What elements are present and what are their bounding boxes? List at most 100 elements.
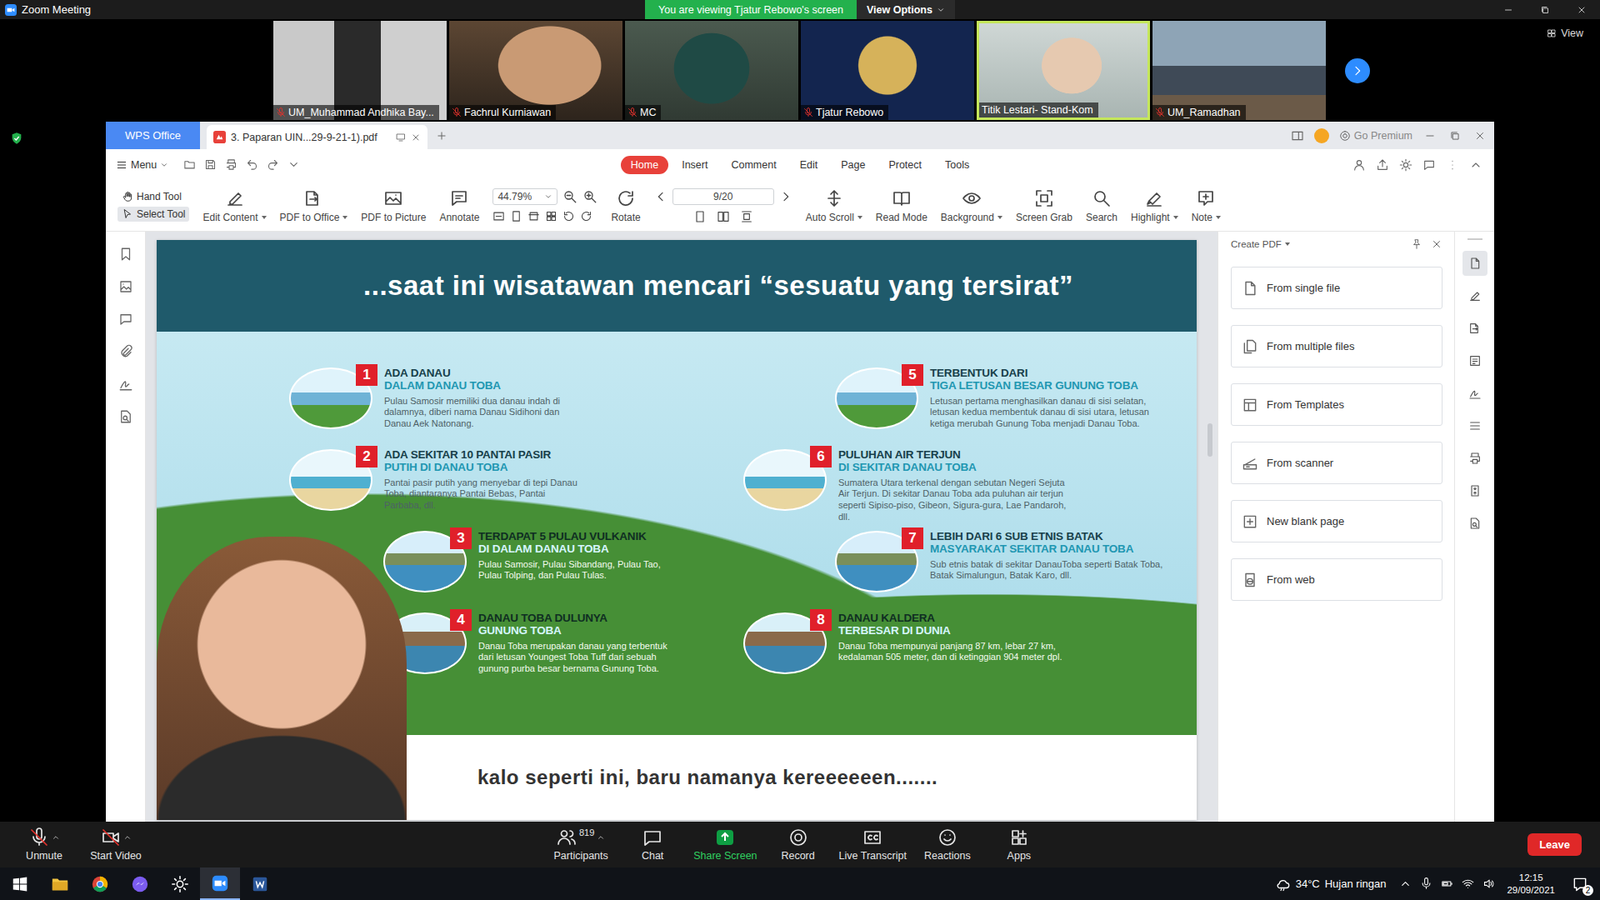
taskbar-app[interactable] xyxy=(120,867,160,900)
save-icon[interactable] xyxy=(204,158,217,171)
single-page-icon[interactable] xyxy=(693,210,707,224)
sign-icon[interactable] xyxy=(118,376,134,392)
user-avatar[interactable] xyxy=(1314,128,1330,144)
control-button[interactable]: 819Participants xyxy=(546,825,615,864)
attach-icon[interactable] xyxy=(118,344,134,360)
cont-page-icon[interactable] xyxy=(740,210,754,224)
docsearch-icon[interactable] xyxy=(118,409,134,425)
up-icon[interactable] xyxy=(1469,158,1483,172)
scrollbar-thumb[interactable] xyxy=(1207,423,1213,457)
wifi-tray-icon[interactable] xyxy=(1461,877,1475,890)
ribbon-tab[interactable]: Insert xyxy=(671,155,718,175)
pin-icon[interactable] xyxy=(1410,238,1423,250)
restore-button[interactable] xyxy=(1526,0,1564,20)
right-rail-button[interactable] xyxy=(1462,510,1488,536)
go-premium-button[interactable]: Go Premium xyxy=(1339,130,1413,142)
share-icon[interactable] xyxy=(1375,158,1390,172)
create-pdf-option[interactable]: From single file xyxy=(1230,266,1443,310)
close-button[interactable] xyxy=(1563,0,1600,20)
pointer-tool[interactable]: Hand Tool xyxy=(117,189,190,205)
gear-icon[interactable] xyxy=(1399,158,1413,172)
control-button[interactable]: Unmute xyxy=(10,825,79,864)
taskbar-app[interactable] xyxy=(40,867,80,900)
toolbar-tool[interactable]: Annotate xyxy=(432,188,486,224)
previous-page-icon[interactable] xyxy=(654,190,668,204)
right-rail-button[interactable] xyxy=(1462,413,1488,439)
next-page-icon[interactable] xyxy=(779,190,793,204)
redo-icon[interactable] xyxy=(266,158,280,171)
toolbar-tool[interactable]: Search xyxy=(1079,188,1125,224)
start-button[interactable] xyxy=(0,867,40,900)
zoom-in-icon[interactable] xyxy=(582,189,598,205)
rail-handle[interactable] xyxy=(1467,238,1483,240)
toolbar-tool[interactable]: Note xyxy=(1185,188,1228,224)
new-tab-button[interactable] xyxy=(427,121,456,150)
zoom-out-icon[interactable] xyxy=(562,189,578,205)
undo-icon[interactable] xyxy=(245,158,259,171)
double-page-icon[interactable] xyxy=(716,210,730,224)
taskbar-app[interactable] xyxy=(200,867,240,900)
grid-icon[interactable] xyxy=(545,210,558,223)
create-pdf-option[interactable]: New blank page xyxy=(1230,500,1443,543)
comment-icon[interactable] xyxy=(118,311,134,327)
right-rail-button[interactable] xyxy=(1462,380,1488,406)
participant-video[interactable]: Tjatur Rebowo xyxy=(800,20,975,120)
ribbon-tab[interactable]: Tools xyxy=(935,155,980,175)
toolbar-tool[interactable]: Screen Grab xyxy=(1009,188,1080,224)
control-button[interactable]: Reactions xyxy=(913,825,982,864)
up-tray-icon[interactable] xyxy=(1399,877,1412,890)
right-rail-button[interactable] xyxy=(1462,315,1488,341)
control-button[interactable]: Record xyxy=(764,825,833,864)
folder-icon[interactable] xyxy=(183,158,196,171)
document-tab[interactable]: 3. Paparan UIN...29-9-21-1).pdf xyxy=(206,125,428,150)
more-icon[interactable] xyxy=(1445,158,1460,172)
close-icon[interactable] xyxy=(1430,238,1443,250)
participant-video[interactable]: MC xyxy=(625,20,799,120)
control-button[interactable]: Apps xyxy=(985,825,1054,864)
pointer-tool[interactable]: Select Tool xyxy=(117,206,190,222)
create-pdf-option[interactable]: From multiple files xyxy=(1230,325,1443,368)
toolbar-tool[interactable]: PDF to Office xyxy=(273,188,355,224)
caret-icon[interactable] xyxy=(287,158,300,171)
minimize-button[interactable] xyxy=(1490,0,1527,20)
ribbon-tab[interactable]: Protect xyxy=(878,155,932,175)
fitp-icon[interactable] xyxy=(510,210,523,223)
create-pdf-option[interactable]: From web xyxy=(1230,558,1443,601)
right-rail-button[interactable] xyxy=(1462,283,1488,309)
participant-video[interactable]: Fachrul Kurniawan xyxy=(449,20,623,120)
create-pdf-option[interactable]: From scanner xyxy=(1230,441,1443,485)
toolbar-tool[interactable]: Auto Scroll xyxy=(799,188,870,224)
view-button[interactable]: View xyxy=(1546,19,1600,40)
create-pdf-option[interactable]: From Templates xyxy=(1230,383,1443,426)
rotl-icon[interactable] xyxy=(562,210,575,223)
next-page-button[interactable] xyxy=(1345,58,1370,84)
rotate-icon[interactable] xyxy=(580,210,593,223)
toolbar-tool[interactable]: Read Mode xyxy=(869,188,935,224)
clock[interactable]: 12:1529/09/2021 xyxy=(1503,871,1559,897)
notification-center[interactable]: 2 xyxy=(1566,875,1594,893)
toolbar-tool[interactable]: Background xyxy=(934,188,1010,224)
print-icon[interactable] xyxy=(225,158,238,171)
bookmark-icon[interactable] xyxy=(118,246,134,262)
chat-icon[interactable] xyxy=(1422,158,1436,172)
ribbon-tab[interactable]: Page xyxy=(830,155,875,175)
taskbar-app[interactable] xyxy=(160,867,200,900)
mic-tray-icon[interactable] xyxy=(1420,877,1433,890)
page-field[interactable]: 9/20 xyxy=(672,188,775,205)
volume-tray-icon[interactable] xyxy=(1482,877,1495,890)
close-tab-icon[interactable] xyxy=(410,132,421,143)
fitw-icon[interactable] xyxy=(492,210,505,223)
toolbar-tool[interactable]: Edit Content xyxy=(195,188,273,224)
minimize-icon[interactable] xyxy=(1424,130,1436,142)
ribbon-tab[interactable]: Home xyxy=(620,155,669,175)
rotate-tool[interactable]: Rotate xyxy=(604,188,647,224)
right-rail-button[interactable] xyxy=(1462,478,1488,504)
right-rail-button[interactable] xyxy=(1462,445,1488,471)
toolbar-tool[interactable]: Highlight xyxy=(1124,188,1185,224)
control-button[interactable]: Live Transcript xyxy=(835,825,910,864)
frame-icon[interactable] xyxy=(527,210,540,223)
zoom-field[interactable]: 44.79% xyxy=(492,188,558,205)
menu-button[interactable]: Menu xyxy=(115,159,169,171)
view-options-button[interactable]: View Options xyxy=(856,0,955,20)
layout-icon[interactable] xyxy=(1290,129,1305,143)
